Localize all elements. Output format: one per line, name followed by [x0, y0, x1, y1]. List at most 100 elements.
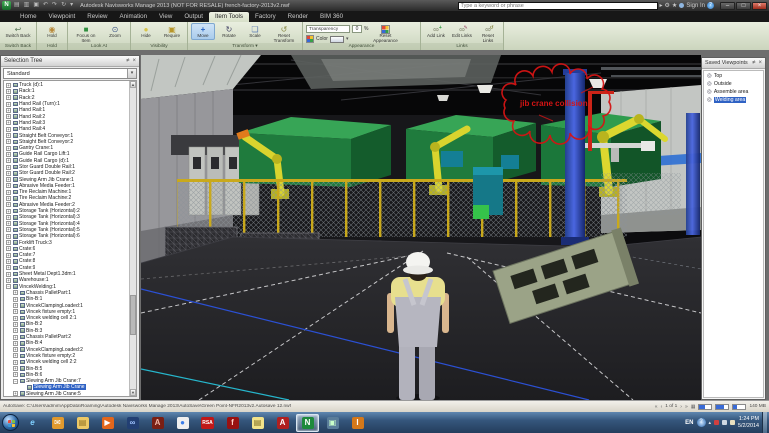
wrench-icon[interactable]: ⚙: [665, 2, 670, 10]
tree-scrollbar[interactable]: ▲ ▼: [129, 81, 136, 396]
expand-icon[interactable]: +: [13, 290, 18, 295]
expand-icon[interactable]: +: [13, 366, 18, 371]
sign-in-label[interactable]: Sign In: [686, 2, 705, 10]
expand-icon[interactable]: +: [13, 297, 18, 302]
scale-button[interactable]: ❏ Scale: [243, 23, 267, 40]
remote-desktop-icon[interactable]: ▣: [321, 414, 344, 432]
expand-icon[interactable]: +: [6, 234, 11, 239]
reset-appearance-button[interactable]: Reset Appearance: [370, 23, 400, 45]
expand-icon[interactable]: +: [6, 272, 11, 277]
viewpoint-item[interactable]: ◎Welding area: [704, 96, 763, 104]
network-tray-icon[interactable]: [722, 420, 727, 425]
next-sheet-icon[interactable]: ›: [680, 404, 682, 410]
expand-icon[interactable]: +: [6, 127, 11, 132]
expand-icon[interactable]: +: [13, 347, 18, 352]
expand-icon[interactable]: +: [6, 190, 11, 195]
expand-icon[interactable]: +: [6, 202, 11, 207]
autocad-icon[interactable]: A: [271, 414, 294, 432]
expand-icon[interactable]: +: [6, 171, 11, 176]
last-sheet-icon[interactable]: »: [685, 404, 688, 410]
tab-viewpoint[interactable]: Viewpoint: [43, 12, 82, 22]
expand-icon[interactable]: +: [13, 391, 18, 396]
viewpoint-item[interactable]: ◎Outside: [704, 80, 763, 88]
expand-icon[interactable]: +: [13, 303, 18, 308]
tab-factory[interactable]: Factory: [249, 12, 282, 22]
expand-icon[interactable]: +: [6, 177, 11, 182]
inventor-icon[interactable]: I: [346, 414, 369, 432]
expand-icon[interactable]: +: [13, 341, 18, 346]
move-button[interactable]: + Move: [191, 23, 215, 40]
color-dropdown-icon[interactable]: ▾: [346, 36, 349, 42]
open-icon[interactable]: ▤: [13, 1, 21, 10]
tab-render[interactable]: Render: [282, 12, 314, 22]
rotate-button[interactable]: ↻ Rotate: [217, 23, 241, 40]
minimize-button[interactable]: –: [720, 2, 735, 10]
expand-icon[interactable]: +: [6, 102, 11, 107]
scrollbar-thumb[interactable]: [130, 295, 136, 335]
search-go-icon[interactable]: ▸: [660, 2, 663, 10]
reset-links-button[interactable]: ∞↺ Reset Links: [476, 23, 500, 45]
undo-icon[interactable]: ↶: [42, 1, 49, 10]
rsa-icon[interactable]: RSA: [196, 414, 219, 432]
transparency-value[interactable]: 0: [352, 25, 362, 33]
edit-links-button[interactable]: ∞✎ Edit Links: [450, 23, 474, 40]
viewport-3d[interactable]: jib crane collision: [141, 55, 701, 400]
tab-home[interactable]: Home: [14, 12, 43, 22]
show-hidden-icons[interactable]: ▴: [709, 420, 712, 426]
expand-icon[interactable]: +: [6, 139, 11, 144]
viewpoint-item[interactable]: ◎Assemble area: [704, 88, 763, 96]
pin-icon[interactable]: ≠: [752, 60, 755, 66]
prev-sheet-icon[interactable]: ‹: [661, 404, 663, 410]
expand-icon[interactable]: +: [13, 328, 18, 333]
expand-icon[interactable]: +: [13, 322, 18, 327]
scroll-up-icon[interactable]: ▲: [130, 81, 136, 88]
expand-icon[interactable]: +: [6, 221, 11, 226]
tab-animation[interactable]: Animation: [114, 12, 154, 22]
expand-icon[interactable]: +: [13, 316, 18, 321]
expand-icon[interactable]: +: [13, 372, 18, 377]
expand-icon[interactable]: +: [13, 335, 18, 340]
chrome-icon[interactable]: ●: [171, 414, 194, 432]
first-sheet-icon[interactable]: «: [655, 404, 658, 410]
hold-button[interactable]: ◉ Hold: [40, 23, 64, 40]
infocenter-search-input[interactable]: [458, 2, 658, 10]
save-icon[interactable]: ▥: [23, 1, 31, 10]
outlook-icon[interactable]: ✉: [46, 414, 69, 432]
show-desktop-button[interactable]: [762, 412, 767, 433]
tab-output[interactable]: Output: [178, 12, 209, 22]
expand-icon[interactable]: +: [13, 309, 18, 314]
add-link-button[interactable]: ∞+ Add Link: [424, 23, 448, 40]
expand-icon[interactable]: +: [6, 259, 11, 264]
expand-icon[interactable]: +: [6, 165, 11, 170]
flash-icon[interactable]: f: [221, 414, 244, 432]
expand-icon[interactable]: +: [6, 89, 11, 94]
sticky-notes-icon[interactable]: ▤: [246, 414, 269, 432]
viewpoint-item[interactable]: ◎Top: [704, 72, 763, 80]
transparency-slider[interactable]: Transparency: [306, 25, 350, 33]
expand-icon[interactable]: +: [6, 209, 11, 214]
tab-review[interactable]: Review: [81, 12, 113, 22]
close-button[interactable]: ×: [752, 2, 767, 10]
redo-icon[interactable]: ↷: [51, 1, 58, 10]
visual-studio-icon[interactable]: ∞: [121, 414, 144, 432]
expand-icon[interactable]: +: [6, 158, 11, 163]
internet-explorer-icon[interactable]: e: [21, 414, 44, 432]
adobe-app-icon[interactable]: A: [146, 414, 169, 432]
panel-close-icon[interactable]: ×: [758, 60, 762, 66]
color-swatch[interactable]: [330, 36, 344, 43]
expand-icon[interactable]: +: [6, 227, 11, 232]
expand-icon[interactable]: +: [6, 246, 11, 251]
zoom-button[interactable]: ⊙ Zoom: [103, 23, 127, 40]
collapse-icon[interactable]: −: [13, 379, 18, 384]
expand-icon[interactable]: +: [6, 196, 11, 201]
pin-icon[interactable]: ≠: [126, 58, 129, 64]
reset-transform-button[interactable]: ↺ Reset Transform: [269, 23, 299, 45]
security-tray-icon[interactable]: [714, 420, 719, 425]
help-icon[interactable]: ?: [707, 2, 714, 9]
tab-bim-360[interactable]: BIM 360: [314, 12, 349, 22]
tree-mode-dropdown[interactable]: Standard ▾: [3, 68, 137, 79]
require-button[interactable]: ▣ Require: [160, 23, 184, 40]
navisworks-app-menu-icon[interactable]: N: [2, 1, 11, 10]
selection-tree-header[interactable]: Selection Tree ≠ ×: [1, 56, 139, 67]
expand-icon[interactable]: +: [6, 265, 11, 270]
